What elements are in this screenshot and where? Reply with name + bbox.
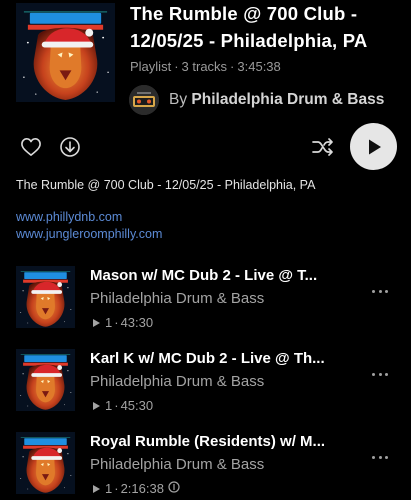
playlist-owner[interactable]: By Philadelphia Drum & Bass xyxy=(129,84,384,116)
owner-avatar-icon xyxy=(129,85,159,115)
track-row[interactable]: Karl K w/ MC Dub 2 - Live @ Th... Philad… xyxy=(0,345,411,428)
track-artist[interactable]: Philadelphia Drum & Bass xyxy=(90,456,264,473)
track-play-count: 1 xyxy=(105,398,113,413)
more-options-icon[interactable] xyxy=(368,284,392,298)
shuffle-icon[interactable] xyxy=(311,135,335,159)
repost-icon xyxy=(168,481,180,496)
play-count-icon xyxy=(93,318,100,327)
rumble-lion-artwork xyxy=(16,3,115,102)
rumble-lion-artwork xyxy=(16,349,75,411)
track-play-count: 1 xyxy=(105,481,113,496)
playlist-track-count: 3 tracks xyxy=(181,59,228,74)
play-count-icon xyxy=(93,401,100,410)
playlist-type: Playlist xyxy=(130,59,172,74)
heart-icon[interactable] xyxy=(19,135,43,159)
track-duration: 45:30 xyxy=(120,398,154,413)
track-row[interactable]: Royal Rumble (Residents) w/ M... Philade… xyxy=(0,428,411,500)
more-options-icon[interactable] xyxy=(368,367,392,381)
track-artwork[interactable] xyxy=(16,349,75,411)
track-title[interactable]: Karl K w/ MC Dub 2 - Live @ Th... xyxy=(90,350,360,367)
play-icon xyxy=(368,139,381,154)
track-stats: 1 · 45:30 xyxy=(90,398,153,413)
by-label: By xyxy=(169,91,188,108)
track-duration: 43:30 xyxy=(120,315,154,330)
playlist-header: The Rumble @ 700 Club - 12/05/25 - Phila… xyxy=(0,0,411,124)
track-artwork[interactable] xyxy=(16,432,75,494)
track-artwork[interactable] xyxy=(16,266,75,328)
playlist-duration: 3:45:38 xyxy=(237,59,281,74)
track-title[interactable]: Mason w/ MC Dub 2 - Live @ T... xyxy=(90,267,360,284)
playlist-description: The Rumble @ 700 Club - 12/05/25 - Phila… xyxy=(16,178,316,192)
download-icon[interactable] xyxy=(58,135,82,159)
play-count-icon xyxy=(93,484,100,493)
track-duration: 2:16:38 xyxy=(120,481,164,496)
track-artist[interactable]: Philadelphia Drum & Bass xyxy=(90,290,264,307)
track-stats: 1 · 2:16:38 xyxy=(90,481,180,496)
playlist-meta: Playlist · 3 tracks · 3:45:38 xyxy=(130,59,281,74)
rumble-lion-artwork xyxy=(16,266,75,328)
owner-avatar[interactable] xyxy=(129,85,159,115)
website-link-phillydnb[interactable]: www.phillydnb.com xyxy=(16,210,122,224)
owner-label[interactable]: By Philadelphia Drum & Bass xyxy=(169,91,384,109)
more-options-icon[interactable] xyxy=(368,450,392,464)
track-row[interactable]: Mason w/ MC Dub 2 - Live @ T... Philadel… xyxy=(0,262,411,345)
website-link-jungleroom[interactable]: www.jungleroomphilly.com xyxy=(16,227,162,241)
track-list: Mason w/ MC Dub 2 - Live @ T... Philadel… xyxy=(0,262,411,500)
owner-name[interactable]: Philadelphia Drum & Bass xyxy=(191,91,384,108)
play-button[interactable] xyxy=(350,123,397,170)
track-stats: 1 · 43:30 xyxy=(90,315,153,330)
track-artist[interactable]: Philadelphia Drum & Bass xyxy=(90,373,264,390)
playlist-title: The Rumble @ 700 Club - 12/05/25 - Phila… xyxy=(130,3,368,51)
track-title[interactable]: Royal Rumble (Residents) w/ M... xyxy=(90,433,360,450)
rumble-lion-artwork xyxy=(16,432,75,494)
playlist-cover-art[interactable] xyxy=(16,3,115,102)
track-play-count: 1 xyxy=(105,315,113,330)
